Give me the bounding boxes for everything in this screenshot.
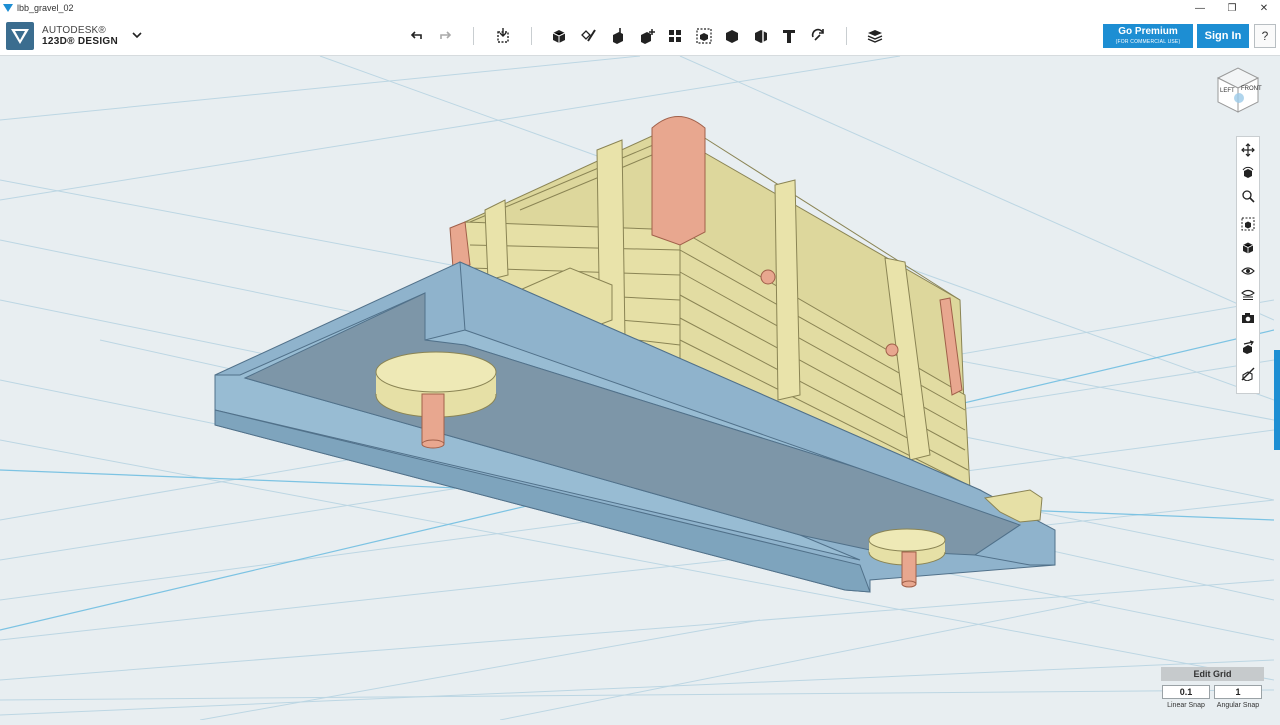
- group-icon: [696, 28, 712, 44]
- undo-button[interactable]: [406, 25, 428, 47]
- orbit-button[interactable]: [1239, 164, 1257, 182]
- transform-button[interactable]: [492, 25, 514, 47]
- brand-line1: AUTODESK®: [42, 25, 106, 36]
- material-icon: [867, 30, 883, 43]
- app-logo[interactable]: [6, 22, 34, 50]
- logo-icon: [11, 29, 29, 44]
- viewcube-front-label: FRONT: [1241, 86, 1262, 92]
- snap-icon: [811, 28, 824, 41]
- help-button[interactable]: ?: [1254, 24, 1276, 48]
- materials-button[interactable]: [1239, 285, 1257, 303]
- pattern-button[interactable]: [664, 25, 686, 47]
- snap-tool-button[interactable]: [1239, 338, 1257, 356]
- undo-icon: [410, 31, 422, 39]
- angular-snap-label: Angular Snap: [1216, 702, 1260, 709]
- toolbar-separator: [531, 27, 532, 45]
- angular-snap-field[interactable]: 1: [1214, 685, 1262, 699]
- brand-name[interactable]: AUTODESK® 123D® DESIGN: [42, 25, 118, 47]
- transform-icon: [497, 28, 509, 43]
- title-bar: lbb_gravel_02 — ❐ ✕: [0, 0, 1280, 16]
- view-cube[interactable]: LEFT FRONT: [1212, 64, 1264, 116]
- minimize-button[interactable]: —: [1184, 0, 1216, 16]
- modify-button[interactable]: [636, 25, 658, 47]
- construct-icon: [613, 28, 623, 44]
- fit-button[interactable]: [1239, 215, 1257, 233]
- linear-snap-label: Linear Snap: [1167, 702, 1205, 709]
- pan-icon: [1241, 143, 1255, 157]
- main-toolbar: AUTODESK® 123D® DESIGN Go Premium (FOR C…: [0, 16, 1280, 56]
- visibility-icon: [1241, 267, 1255, 275]
- view-button[interactable]: [1239, 239, 1257, 257]
- visibility-button[interactable]: [1239, 262, 1257, 280]
- toolbar-separator: [473, 27, 474, 45]
- go-premium-sublabel: (FOR COMMERCIAL USE): [1115, 39, 1181, 45]
- navigation-bar: [1236, 136, 1260, 394]
- pan-button[interactable]: [1239, 141, 1257, 159]
- viewcube-left-label: LEFT: [1220, 88, 1235, 94]
- scene-canvas: [0, 55, 1275, 721]
- fit-icon: [1241, 217, 1255, 231]
- measure-icon: [755, 30, 767, 43]
- edit-grid-button[interactable]: Edit Grid: [1161, 667, 1264, 681]
- app-icon: [3, 4, 13, 12]
- sign-in-button[interactable]: Sign In: [1197, 24, 1249, 48]
- group-button[interactable]: [693, 25, 715, 47]
- combine-button[interactable]: [721, 25, 743, 47]
- snap-tool-icon: [1243, 340, 1254, 354]
- linear-snap-field[interactable]: 0.1: [1162, 685, 1210, 699]
- brand-line2: 123D® DESIGN: [42, 36, 118, 47]
- orbit-icon: [1242, 166, 1254, 178]
- close-button[interactable]: ✕: [1248, 0, 1280, 16]
- redo-icon: [440, 31, 452, 39]
- text-icon: [783, 30, 795, 43]
- pattern-icon: [669, 30, 681, 42]
- primitives-button[interactable]: [548, 25, 570, 47]
- scrollbar-thumb[interactable]: [1274, 350, 1280, 450]
- document-title: lbb_gravel_02: [17, 3, 74, 13]
- hide-icon: [1241, 367, 1255, 381]
- zoom-icon: [1242, 190, 1255, 203]
- measure-button[interactable]: [750, 25, 772, 47]
- toolbar-separator: [846, 27, 847, 45]
- sketch-button[interactable]: [578, 25, 600, 47]
- materials-icon: [1241, 289, 1255, 300]
- go-premium-button[interactable]: Go Premium (FOR COMMERCIAL USE): [1103, 24, 1193, 48]
- sketch-icon: [581, 29, 596, 42]
- construct-button[interactable]: [607, 25, 629, 47]
- zoom-button[interactable]: [1239, 187, 1257, 205]
- redo-button[interactable]: [434, 25, 456, 47]
- maximize-button[interactable]: ❐: [1216, 0, 1248, 16]
- chevron-down-icon[interactable]: [130, 28, 144, 42]
- go-premium-label: Go Premium: [1118, 26, 1178, 37]
- primitives-icon: [552, 30, 566, 43]
- text-button[interactable]: [778, 25, 800, 47]
- 3d-viewport[interactable]: [0, 55, 1275, 721]
- combine-icon: [726, 30, 738, 43]
- snap-button[interactable]: [807, 25, 829, 47]
- modify-icon: [641, 29, 655, 44]
- screenshot-icon: [1242, 313, 1254, 323]
- view-icon: [1242, 242, 1254, 254]
- material-button[interactable]: [864, 25, 886, 47]
- screenshot-button[interactable]: [1239, 309, 1257, 327]
- hide-button[interactable]: [1239, 365, 1257, 383]
